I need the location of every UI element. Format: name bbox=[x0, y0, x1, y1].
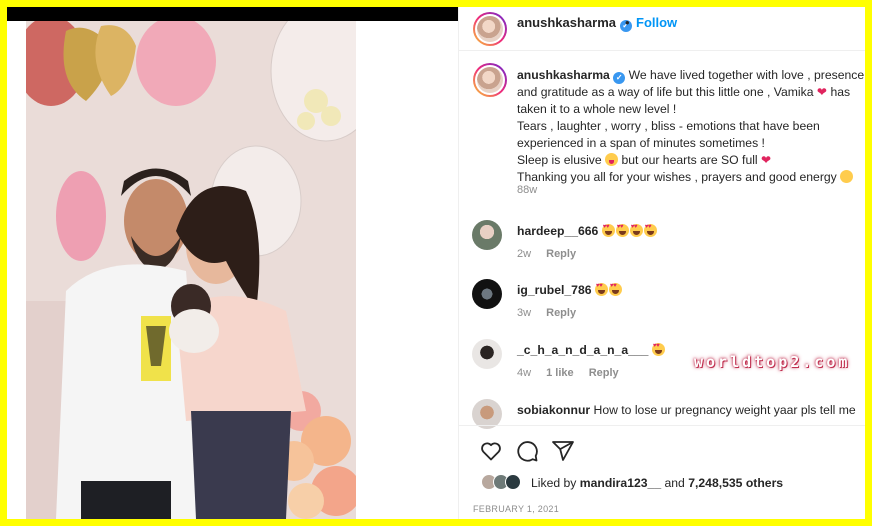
liker-username[interactable]: mandira123__ bbox=[580, 476, 661, 490]
post-caption: anushkasharma ✓ We have lived together w… bbox=[517, 67, 865, 186]
reply-button[interactable]: Reply bbox=[546, 248, 576, 260]
caption-line-3: taken it to a whole new level ! bbox=[517, 102, 677, 116]
share-icon[interactable] bbox=[551, 439, 575, 463]
likes-middle: and bbox=[664, 476, 685, 490]
reply-button[interactable]: Reply bbox=[589, 367, 619, 379]
comment-time[interactable]: 3w bbox=[517, 307, 531, 319]
watermark-text: worldtop2.com bbox=[694, 353, 851, 371]
commenter-username[interactable]: ig_rubel_786 bbox=[517, 283, 592, 297]
caption-line-2b: has bbox=[830, 85, 851, 99]
red-heart-icon: ❤ bbox=[761, 153, 772, 167]
header-separator: • bbox=[625, 15, 630, 30]
comment-meta: 3w Reply bbox=[517, 307, 588, 319]
author-username[interactable]: anushkasharma ✓ bbox=[517, 15, 632, 32]
heart-eyes-emoji-icon bbox=[608, 283, 622, 296]
caption-line-6b: but our hearts are SO full bbox=[621, 153, 758, 167]
caption-line-1: We have lived together with love , prese… bbox=[628, 68, 865, 82]
comment-text: hardeep__666 bbox=[517, 224, 658, 238]
heart-eyes-emoji-icon bbox=[594, 283, 608, 296]
likes-count[interactable]: 7,248,535 others bbox=[688, 476, 783, 490]
comment-text: _c_h_a_n_d_a_n_a___ bbox=[517, 343, 666, 357]
comment-meta: 2w Reply bbox=[517, 248, 588, 260]
reply-button[interactable]: Reply bbox=[546, 307, 576, 319]
screenshot-frame: anushkasharma ✓ • Follow anushkasharma ✓… bbox=[7, 7, 865, 519]
comment-icon[interactable] bbox=[515, 439, 539, 463]
caption-username[interactable]: anushkasharma bbox=[517, 68, 610, 82]
commenter-avatar[interactable] bbox=[472, 339, 502, 369]
commenter-username[interactable]: sobiakonnur bbox=[517, 403, 590, 417]
author-avatar[interactable] bbox=[473, 12, 507, 46]
commenter-username[interactable]: hardeep__666 bbox=[517, 224, 598, 238]
follow-button[interactable]: Follow bbox=[636, 15, 677, 30]
post-date[interactable]: FEBRUARY 1, 2021 bbox=[473, 504, 559, 514]
comment-body: How to lose ur pregnancy weight yaar pls… bbox=[593, 403, 856, 417]
caption-timestamp[interactable]: 88w bbox=[517, 184, 537, 196]
heart-eyes-emoji-icon bbox=[615, 224, 629, 237]
comment-text: ig_rubel_786 bbox=[517, 283, 623, 297]
image-top-bar bbox=[7, 7, 458, 21]
post-image-panel bbox=[7, 7, 458, 519]
liker-avatar[interactable] bbox=[505, 474, 521, 490]
commenter-avatar[interactable] bbox=[472, 220, 502, 250]
tongue-face-emoji-icon bbox=[605, 153, 619, 166]
caption-line-2: and gratitude as a way of life but this … bbox=[517, 85, 814, 99]
likes-summary: Liked by mandira123__ and 7,248,535 othe… bbox=[473, 473, 865, 493]
heart-eyes-emoji-icon bbox=[651, 343, 665, 356]
hugging-face-emoji-icon bbox=[840, 170, 854, 183]
post-photo[interactable] bbox=[26, 21, 356, 519]
comment-time[interactable]: 2w bbox=[517, 248, 531, 260]
heart-eyes-emoji-icon bbox=[629, 224, 643, 237]
likes-text: Liked by mandira123__ and 7,248,535 othe… bbox=[531, 476, 783, 490]
post-sidebar: anushkasharma ✓ • Follow anushkasharma ✓… bbox=[458, 7, 865, 519]
red-heart-icon: ❤ bbox=[816, 85, 828, 99]
post-header: anushkasharma ✓ • Follow bbox=[459, 7, 865, 51]
comment-meta: 4w 1 like Reply bbox=[517, 367, 631, 379]
comment-text: sobiakonnur How to lose ur pregnancy wei… bbox=[517, 403, 856, 417]
commenter-username[interactable]: _c_h_a_n_d_a_n_a___ bbox=[517, 343, 648, 357]
caption-avatar[interactable] bbox=[473, 63, 507, 97]
caption-line-4: Tears , laughter , worry , bliss - emoti… bbox=[517, 119, 820, 133]
verified-badge-icon: ✓ bbox=[613, 72, 626, 84]
caption-line-6: Sleep is elusive bbox=[517, 153, 602, 167]
caption-line-5: experienced in a span of minutes sometim… bbox=[517, 136, 765, 150]
likes-prefix: Liked by bbox=[531, 476, 577, 490]
caption-line-7: Thanking you all for your wishes , praye… bbox=[517, 170, 837, 184]
heart-eyes-emoji-icon bbox=[601, 224, 615, 237]
heart-eyes-emoji-icon bbox=[643, 224, 657, 237]
commenter-avatar[interactable] bbox=[472, 279, 502, 309]
heart-icon[interactable] bbox=[479, 439, 503, 463]
comment-like-count[interactable]: 1 like bbox=[546, 367, 574, 379]
photo-illustration bbox=[26, 21, 356, 519]
comment-time[interactable]: 4w bbox=[517, 367, 531, 379]
